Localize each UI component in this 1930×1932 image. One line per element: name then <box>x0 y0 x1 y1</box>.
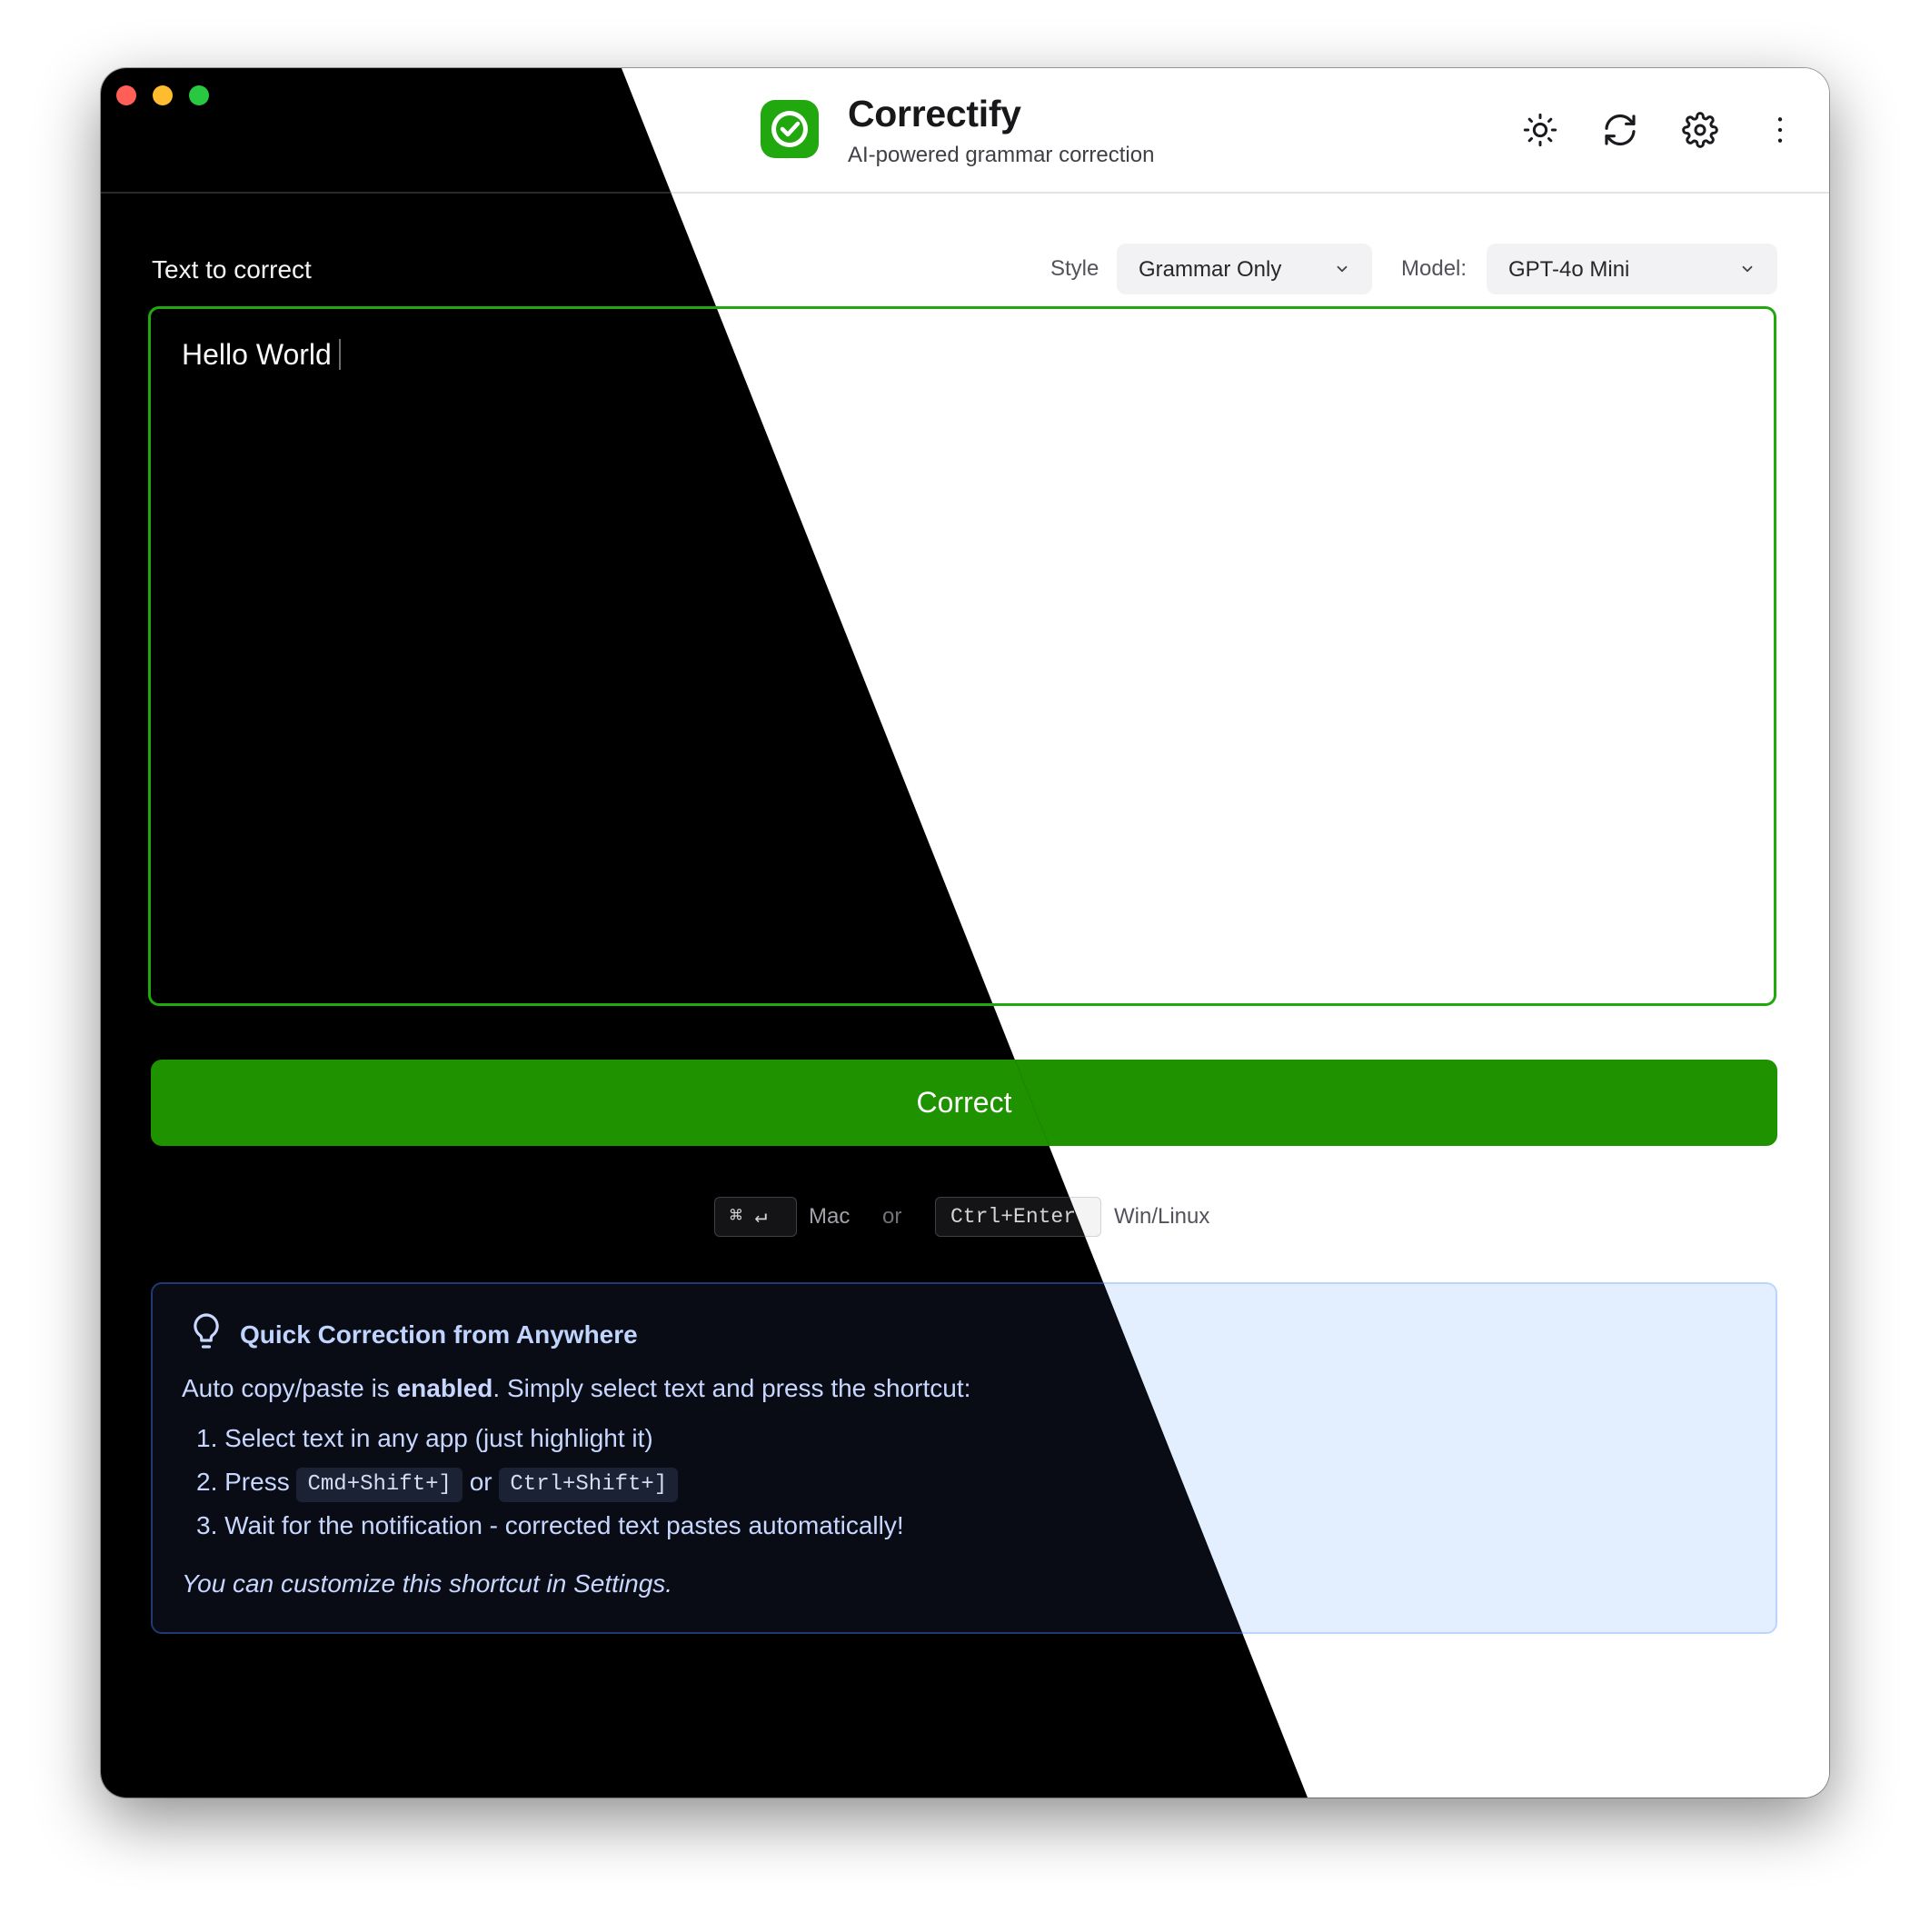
close-window-button[interactable] <box>116 85 136 105</box>
settings-button[interactable] <box>1675 105 1726 155</box>
win-global-shortcut: Ctrl+Shift+] <box>499 1468 679 1502</box>
app-title: Correctify <box>848 93 1021 134</box>
tip-title: Quick Correction from Anywhere <box>240 1320 638 1349</box>
tip-note: You can customize this shortcut in Setti… <box>182 1569 673 1598</box>
mac-global-shortcut: Cmd+Shift+] <box>296 1468 463 1502</box>
style-select[interactable]: Grammar Only <box>1117 244 1372 294</box>
app-window: Correctify AI-powered grammar correction… <box>101 68 1829 1798</box>
or-label: or <box>882 1204 902 1229</box>
style-value: Grammar Only <box>1139 257 1282 282</box>
sun-icon <box>1523 113 1557 147</box>
text-input-value: Hello World <box>182 338 332 371</box>
tip-step-2: 2. Press Cmd+Shift+] or Ctrl+Shift+] <box>196 1468 679 1502</box>
app-subtitle: AI-powered grammar correction <box>848 143 1155 167</box>
app-logo <box>761 100 819 158</box>
mac-label: Mac <box>809 1204 851 1229</box>
chevron-down-icon <box>1742 265 1753 273</box>
chevron-down-icon <box>1337 265 1348 273</box>
refresh-button[interactable] <box>1595 105 1646 155</box>
lightbulb-icon <box>194 1313 219 1349</box>
tip-step-1: 1. Select text in any app (just highligh… <box>196 1424 653 1452</box>
minimize-window-button[interactable] <box>153 85 173 105</box>
gear-icon <box>1682 112 1718 148</box>
refresh-icon <box>1605 114 1636 146</box>
model-label: Model: <box>1401 256 1467 281</box>
text-caret <box>338 339 341 370</box>
tip-intro: Auto copy/paste is enabled. Simply selec… <box>182 1374 971 1402</box>
more-vertical-icon <box>1777 117 1783 143</box>
zoom-window-button[interactable] <box>189 85 209 105</box>
model-select[interactable]: GPT-4o Mini <box>1487 244 1777 294</box>
win-label: Win/Linux <box>1114 1204 1210 1229</box>
theme-toggle-button[interactable] <box>1515 105 1566 155</box>
style-label: Style <box>1050 256 1099 281</box>
more-options-button[interactable] <box>1755 105 1806 155</box>
model-value: GPT-4o Mini <box>1508 257 1630 282</box>
tip-step-3: 3. Wait for the notification - corrected… <box>196 1511 904 1539</box>
mac-shortcut-key: ⌘ ↵ <box>714 1197 797 1237</box>
input-label: Text to correct <box>152 255 312 284</box>
